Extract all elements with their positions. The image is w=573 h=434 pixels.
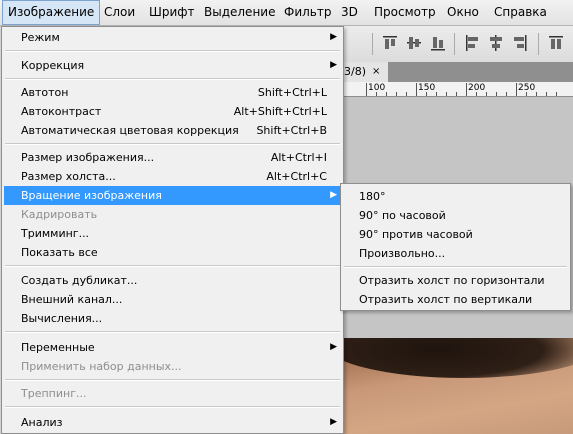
ruler-tick <box>466 83 467 96</box>
menu-item-apply-data-set: Применить набор данных... <box>21 360 182 373</box>
menu-separator <box>5 331 340 333</box>
menu-separator <box>5 379 340 381</box>
ruler-tick <box>426 92 427 96</box>
ruler-tick <box>436 92 437 96</box>
submenu-arrow-icon: ▶ <box>330 342 337 352</box>
ruler-tick <box>486 92 487 96</box>
shortcut-label: Alt+Shift+Ctrl+L <box>233 105 327 118</box>
ruler-tick <box>496 92 497 96</box>
menubar-item-help[interactable]: Справка <box>494 0 547 25</box>
ruler-tick <box>456 92 457 96</box>
menu-item-trim[interactable]: Тримминг... <box>4 224 341 243</box>
submenu-arrow-icon: ▶ <box>330 190 337 200</box>
ruler-tick <box>526 92 527 96</box>
menubar-item-select[interactable]: Выделение <box>204 0 275 25</box>
close-icon[interactable]: × <box>372 62 380 82</box>
submenu-item-180[interactable]: 180° <box>343 187 568 206</box>
menu-item-trap: Треппинг... <box>21 387 87 400</box>
menu-item-auto-contrast[interactable]: Автоконтраст Alt+Shift+Ctrl+L <box>4 102 341 121</box>
shortcut-label: Shift+Ctrl+B <box>256 124 327 137</box>
document-tab[interactable]: 3/8) × <box>344 62 389 82</box>
submenu-item-90-ccw[interactable]: 90° против часовой <box>343 225 568 244</box>
menubar-item-type[interactable]: Шрифт <box>149 0 195 25</box>
menu-item-canvas-size[interactable]: Размер холста... Alt+Ctrl+C <box>4 167 341 186</box>
menubar-item-filter[interactable]: Фильтр <box>284 0 331 25</box>
options-bar <box>344 26 573 63</box>
toolbar-separator <box>538 33 539 55</box>
menu-item-mode[interactable]: Режим ▶ <box>4 28 341 47</box>
horizontal-ruler: 100 150 200 250 <box>344 82 573 97</box>
menu-item-duplicate[interactable]: Создать дубликат... <box>4 271 341 290</box>
ruler-tick <box>506 92 507 96</box>
ruler-tick <box>516 83 517 96</box>
menu-item-image-size[interactable]: Размер изображения... Alt+Ctrl+I <box>4 148 341 167</box>
ruler-tick <box>406 92 407 96</box>
shortcut-label: Alt+Ctrl+C <box>266 170 327 183</box>
image-menu: Режим ▶ Коррекция ▶ Автотон Shift+Ctrl+L… <box>1 26 344 434</box>
submenu-arrow-icon: ▶ <box>330 32 337 42</box>
submenu-item-arbitrary[interactable]: Произвольно... <box>343 244 568 263</box>
menu-separator <box>5 143 340 145</box>
ruler-tick <box>386 92 387 96</box>
ruler-tick <box>556 92 557 96</box>
align-vertical-centers-icon[interactable] <box>406 34 422 52</box>
menubar-item-view[interactable]: Просмотр <box>374 0 436 25</box>
align-horizontal-centers-icon[interactable] <box>488 34 504 52</box>
menu-separator <box>5 50 340 52</box>
align-top-edges-icon[interactable] <box>382 34 398 52</box>
ruler-tick <box>376 92 377 96</box>
ruler-tick <box>446 92 447 96</box>
align-left-edges-icon[interactable] <box>464 34 480 52</box>
submenu-arrow-icon: ▶ <box>330 60 337 70</box>
menu-item-calculations[interactable]: Вычисления... <box>4 309 341 328</box>
tab-strip <box>388 62 573 82</box>
document-tab-title: 3/8) <box>344 65 366 78</box>
shortcut-label: Shift+Ctrl+L <box>257 86 327 99</box>
menu-item-crop: Кадрировать <box>21 208 98 221</box>
shortcut-label: Alt+Ctrl+I <box>270 151 327 164</box>
photo-eyebrow <box>344 338 573 378</box>
submenu-item-flip-horizontal[interactable]: Отразить холст по горизонтали <box>343 271 568 290</box>
menu-separator <box>344 266 567 268</box>
image-rotation-submenu: 180° 90° по часовой 90° против часовой П… <box>340 183 571 311</box>
distribute-icon[interactable] <box>548 34 564 52</box>
menu-item-variables[interactable]: Переменные ▶ <box>4 338 341 357</box>
ruler-tick <box>416 83 417 96</box>
menu-item-analysis[interactable]: Анализ ▶ <box>4 413 341 432</box>
menu-item-adjustments[interactable]: Коррекция ▶ <box>4 56 341 75</box>
ruler-tick <box>546 92 547 96</box>
ruler-tick <box>476 92 477 96</box>
canvas-photo[interactable] <box>344 338 573 434</box>
align-bottom-edges-icon[interactable] <box>430 34 446 52</box>
submenu-arrow-icon: ▶ <box>330 417 337 427</box>
ruler-tick <box>366 83 367 96</box>
menu-item-auto-tone[interactable]: Автотон Shift+Ctrl+L <box>4 83 341 102</box>
menubar-item-window[interactable]: Окно <box>447 0 479 25</box>
menu-item-auto-color[interactable]: Автоматическая цветовая коррекция Shift+… <box>4 121 341 140</box>
toolbar-separator <box>454 33 455 55</box>
menu-separator <box>5 265 340 267</box>
menubar-item-image[interactable]: Изображение <box>2 0 101 25</box>
toolbar-separator <box>372 33 373 55</box>
menubar-item-layers[interactable]: Слои <box>104 0 135 25</box>
menubar-item-3d[interactable]: 3D <box>341 0 358 25</box>
ruler-tick <box>396 92 397 96</box>
submenu-item-90-cw[interactable]: 90° по часовой <box>343 206 568 225</box>
submenu-item-flip-vertical[interactable]: Отразить холст по вертикали <box>343 290 568 309</box>
menu-item-apply-image[interactable]: Внешний канал... <box>4 290 341 309</box>
menu-item-reveal-all[interactable]: Показать все <box>4 243 341 262</box>
menu-separator <box>5 406 340 408</box>
menu-separator <box>5 78 340 80</box>
align-right-edges-icon[interactable] <box>512 34 528 52</box>
menu-item-image-rotation[interactable]: Вращение изображения ▶ <box>4 186 341 205</box>
ruler-tick <box>536 92 537 96</box>
menu-bar: Изображение Слои Шрифт Выделение Фильтр … <box>0 0 573 26</box>
